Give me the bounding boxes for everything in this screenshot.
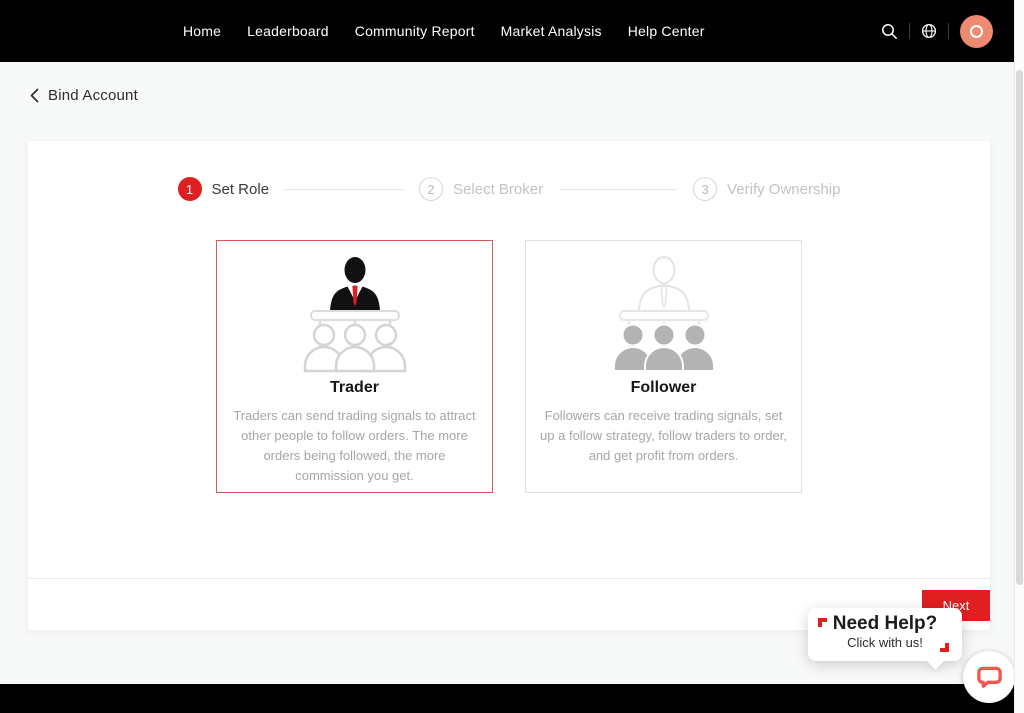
header-divider [948,23,949,39]
header-actions [881,0,993,62]
vertical-scrollbar[interactable] [1014,0,1024,713]
role-card-follower[interactable]: Follower Followers can receive trading s… [525,240,802,493]
scrollbar-thumb[interactable] [1016,70,1023,585]
avatar[interactable] [960,15,993,48]
help-tooltip[interactable]: Need Help? Click with us! [808,608,962,661]
step-label: Set Role [212,181,270,198]
role-title: Follower [526,379,801,397]
live-chat-button[interactable] [963,651,1015,703]
nav-item-market-analysis[interactable]: Market Analysis [501,23,602,39]
step-connector [285,189,403,190]
step-number-badge: 2 [419,177,443,201]
step-set-role: 1 Set Role [178,177,270,201]
globe-icon[interactable] [921,23,937,39]
step-select-broker: 2 Select Broker [419,177,543,201]
step-label: Verify Ownership [727,181,840,198]
top-navbar: Home Leaderboard Community Report Market… [0,0,1024,62]
chevron-left-icon [30,88,39,103]
trader-podium-icon [217,255,492,375]
page-title: Bind Account [48,87,138,104]
chat-bubble-icon [976,664,1003,691]
nav-item-home[interactable]: Home [183,23,221,39]
role-options: Trader Traders can send trading signals … [28,240,990,493]
help-title: Need Help? [808,614,962,635]
role-description: Followers can receive trading signals, s… [526,406,801,466]
footer-bar [0,684,1024,713]
follower-audience-icon [526,255,801,375]
tooltip-tail [926,651,944,669]
stepper: 1 Set Role 2 Select Broker 3 Verify Owne… [28,141,990,201]
role-card-trader[interactable]: Trader Traders can send trading signals … [216,240,493,493]
nav-item-leaderboard[interactable]: Leaderboard [247,23,329,39]
search-icon[interactable] [881,23,898,40]
step-connector [559,189,677,190]
avatar-placeholder-icon [970,25,983,38]
role-description: Traders can send trading signals to attr… [217,406,492,487]
step-number-badge: 1 [178,177,202,201]
bind-account-panel: 1 Set Role 2 Select Broker 3 Verify Owne… [28,141,990,630]
step-verify-ownership: 3 Verify Ownership [693,177,840,201]
breadcrumb[interactable]: Bind Account [30,87,138,104]
main-nav: Home Leaderboard Community Report Market… [183,23,705,39]
step-label: Select Broker [453,181,543,198]
step-number-badge: 3 [693,177,717,201]
nav-item-community-report[interactable]: Community Report [355,23,475,39]
help-subtitle: Click with us! [808,635,962,650]
quote-corner-icon [940,643,949,652]
nav-item-help-center[interactable]: Help Center [628,23,705,39]
quote-corner-icon [818,618,827,627]
role-title: Trader [217,379,492,397]
header-divider [909,23,910,39]
